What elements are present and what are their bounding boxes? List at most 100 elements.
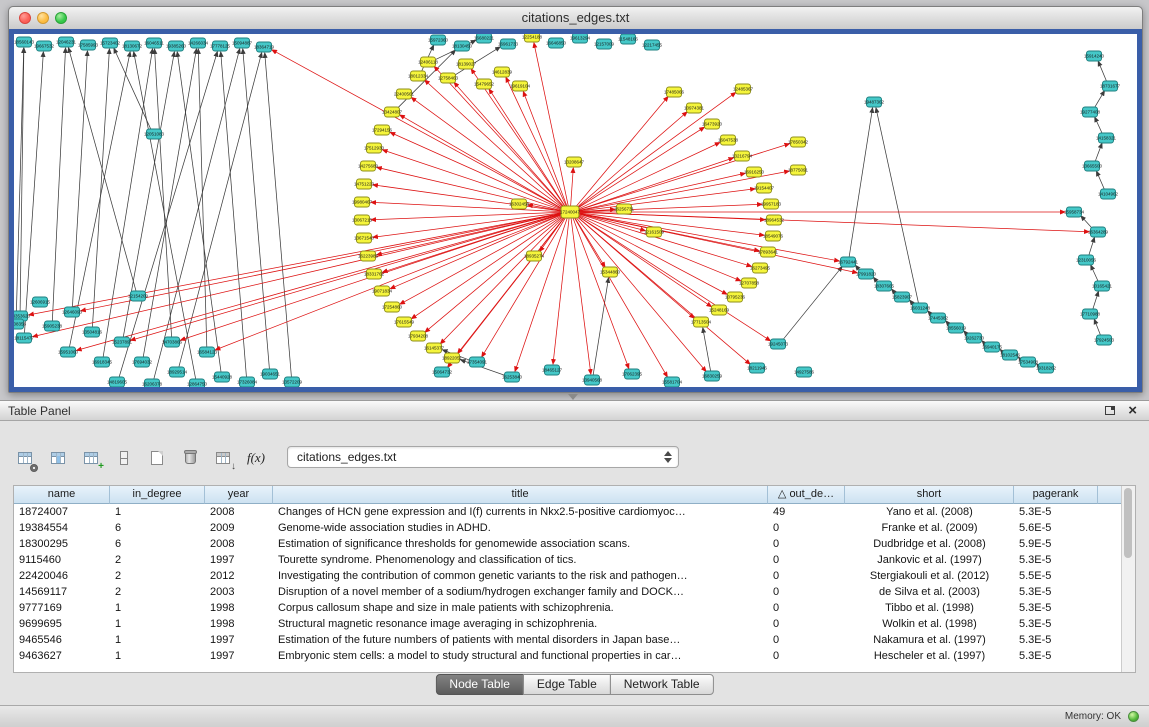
graph-edge[interactable] bbox=[243, 49, 270, 369]
graph-edge[interactable] bbox=[575, 215, 750, 364]
column-header-title[interactable]: title bbox=[273, 486, 768, 504]
memory-status-indicator[interactable] bbox=[1128, 711, 1139, 722]
graph-node-label: 15064732 bbox=[432, 370, 453, 375]
graph-edge[interactable] bbox=[482, 216, 567, 357]
graph-edge[interactable] bbox=[571, 168, 574, 207]
table-cell: 5.5E-5 bbox=[1014, 568, 1098, 584]
float-panel-icon[interactable] bbox=[1105, 406, 1115, 415]
graph-node-label: 16046511 bbox=[144, 41, 164, 46]
graph-edge[interactable] bbox=[553, 217, 569, 364]
table-cell: Jankovic et al. (1997) bbox=[845, 552, 1014, 568]
graph-edge[interactable] bbox=[16, 48, 24, 319]
column-header-in-degree[interactable]: in_degree bbox=[110, 486, 205, 504]
graph-edge[interactable] bbox=[24, 52, 43, 333]
graph-edge[interactable] bbox=[92, 49, 109, 327]
table-row[interactable]: 946362711997Embryonic stem cells: a mode… bbox=[14, 648, 1135, 664]
table-row[interactable]: 1456911722003Disruption of a novel membe… bbox=[14, 584, 1135, 600]
graph-edge[interactable] bbox=[1093, 292, 1099, 310]
graph-edge[interactable] bbox=[68, 48, 136, 291]
table-row[interactable]: 1938455462009Genome-wide association stu… bbox=[14, 520, 1135, 536]
graph-edge[interactable] bbox=[1098, 61, 1106, 81]
table-options-icon[interactable] bbox=[12, 445, 38, 471]
column-header-year[interactable]: year bbox=[205, 486, 273, 504]
graph-edge[interactable] bbox=[265, 53, 292, 377]
graph-edge[interactable] bbox=[20, 48, 24, 311]
graph-edge[interactable] bbox=[703, 328, 711, 371]
graph-edge[interactable] bbox=[221, 52, 247, 377]
graph-edge[interactable] bbox=[114, 48, 151, 129]
graph-node-label: 19071834 bbox=[372, 289, 393, 294]
graph-edge[interactable] bbox=[1096, 171, 1104, 189]
graph-edge[interactable] bbox=[1094, 319, 1100, 335]
graph-edge[interactable] bbox=[52, 48, 65, 321]
graph-edge[interactable] bbox=[400, 115, 564, 210]
import-table-icon[interactable]: ↓ bbox=[210, 445, 236, 471]
table-row[interactable]: 946554611997Estimation of the future num… bbox=[14, 632, 1135, 648]
table-row[interactable]: 2242004622012Investigating the contribut… bbox=[14, 568, 1135, 584]
table-cell: 1 bbox=[110, 632, 205, 648]
graph-edge[interactable] bbox=[574, 216, 668, 377]
function-builder-icon[interactable]: f(x) bbox=[243, 445, 269, 471]
delete-column-icon[interactable] bbox=[177, 445, 203, 471]
window-titlebar[interactable]: citations_edges.txt bbox=[9, 7, 1142, 30]
table-row[interactable]: 911546021997Tourette syndrome. Phenomeno… bbox=[14, 552, 1135, 568]
graph-edge[interactable] bbox=[573, 217, 629, 369]
graph-edge[interactable] bbox=[177, 52, 221, 372]
new-document-icon[interactable] bbox=[144, 445, 170, 471]
graph-edge[interactable] bbox=[383, 150, 564, 211]
tab-network-table[interactable]: Network Table bbox=[610, 674, 714, 695]
graph-node-label: 19318262 bbox=[1036, 366, 1057, 371]
table-selector-dropdown[interactable]: citations_edges.txt bbox=[287, 446, 679, 468]
table-cell: Estimation of the future numbers of pati… bbox=[273, 632, 768, 648]
column-header-out-degree[interactable]: △ out_de… bbox=[768, 486, 845, 504]
graph-edge[interactable] bbox=[576, 142, 719, 209]
close-panel-icon[interactable]: × bbox=[1128, 402, 1137, 420]
graph-edge[interactable] bbox=[577, 213, 839, 261]
table-row[interactable]: 977716911998Corpus callosum shape and si… bbox=[14, 600, 1135, 616]
graph-edge[interactable] bbox=[1089, 238, 1095, 256]
graph-edge[interactable] bbox=[119, 52, 217, 377]
table-cell: 2012 bbox=[205, 568, 273, 584]
table-panel-title: Table Panel bbox=[8, 404, 71, 418]
graph-edge[interactable] bbox=[179, 53, 262, 367]
graph-edge[interactable] bbox=[1091, 265, 1099, 282]
graph-edge[interactable] bbox=[577, 173, 745, 211]
graph-edge[interactable] bbox=[434, 66, 565, 208]
table-row[interactable]: 1830029562008Estimation of significance … bbox=[14, 536, 1135, 552]
graph-edge[interactable] bbox=[198, 49, 207, 347]
graph-edge[interactable] bbox=[575, 216, 707, 372]
graph-edge[interactable] bbox=[534, 43, 569, 207]
graph-edge[interactable] bbox=[1095, 143, 1102, 161]
tab-node-table[interactable]: Node Table bbox=[435, 674, 524, 695]
graph-edge[interactable] bbox=[783, 267, 843, 341]
show-columns-icon[interactable] bbox=[45, 445, 71, 471]
tab-edge-table[interactable]: Edge Table bbox=[523, 674, 611, 695]
column-header-pagerank[interactable]: pagerank bbox=[1014, 486, 1098, 504]
table-scrollbar[interactable] bbox=[1121, 486, 1135, 672]
table-cell: 49 bbox=[768, 504, 845, 520]
graph-edge[interactable] bbox=[1081, 216, 1093, 229]
table-panel-body: + ↓ f(x) citations_edges.txt name in_deg… bbox=[0, 421, 1149, 705]
graph-edge[interactable] bbox=[575, 112, 687, 209]
create-column-icon[interactable]: + bbox=[78, 445, 104, 471]
column-header-short[interactable]: short bbox=[845, 486, 1014, 504]
table-scrollbar-thumb[interactable] bbox=[1124, 488, 1132, 558]
row-view-icon[interactable] bbox=[111, 445, 137, 471]
graph-edge[interactable] bbox=[131, 213, 564, 340]
graph-edge[interactable] bbox=[33, 213, 563, 337]
graph-edge[interactable] bbox=[1094, 91, 1104, 108]
graph-edge[interactable] bbox=[77, 213, 564, 350]
graph-edge[interactable] bbox=[876, 108, 919, 303]
network-canvas[interactable]: 1856014319667532120462311758599315723402… bbox=[14, 34, 1137, 387]
column-header-name[interactable]: name bbox=[14, 486, 110, 504]
graph-edge[interactable] bbox=[81, 213, 563, 311]
graph-edge[interactable] bbox=[849, 108, 872, 257]
graph-edge[interactable] bbox=[576, 92, 736, 209]
graph-node-label: 16364289 bbox=[1088, 230, 1109, 235]
table-row[interactable]: 969969511998Structural magnetic resonanc… bbox=[14, 616, 1135, 632]
graph-node-label: 15958734 bbox=[1064, 210, 1085, 215]
table-row[interactable]: 1872400712008Changes of HCN gene express… bbox=[14, 504, 1135, 520]
graph-edge[interactable] bbox=[577, 158, 734, 211]
graph-node-label: 17850342 bbox=[788, 140, 809, 145]
graph-edge[interactable] bbox=[1095, 117, 1103, 134]
